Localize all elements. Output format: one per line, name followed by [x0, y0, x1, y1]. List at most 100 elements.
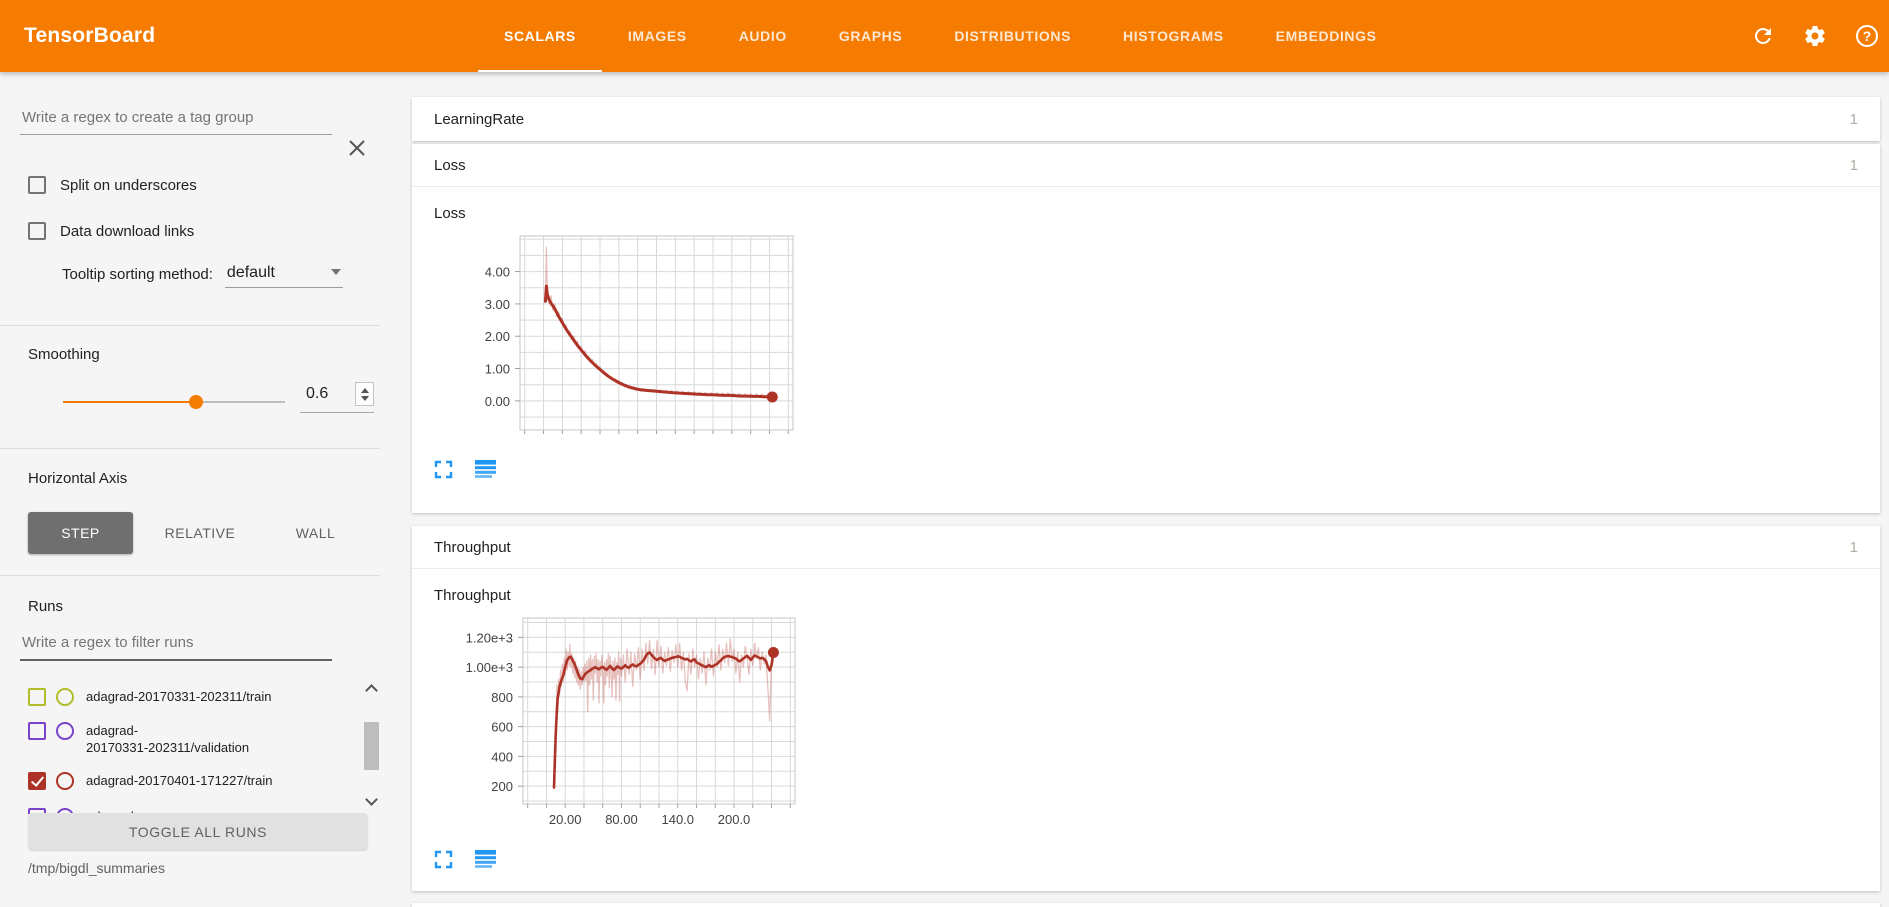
- refresh-icon[interactable]: [1751, 24, 1775, 48]
- svg-text:800: 800: [491, 690, 513, 705]
- split-underscores-checkbox[interactable]: Split on underscores: [28, 176, 197, 194]
- tab-graphs[interactable]: GRAPHS: [813, 0, 929, 72]
- section-header-learningrate[interactable]: LearningRate 1: [412, 97, 1880, 141]
- svg-text:200.0: 200.0: [718, 812, 751, 827]
- run-name: adagrad-20170401-171227/train: [86, 772, 273, 789]
- step-up-icon: [361, 388, 369, 393]
- tab-scalars[interactable]: SCALARS: [478, 0, 602, 72]
- expand-data-icon[interactable]: [475, 850, 496, 869]
- close-icon[interactable]: [342, 133, 372, 163]
- tooltip-sorting-row: Tooltip sorting method: default: [62, 264, 343, 288]
- main-content: LearningRate 1 Loss 1 Loss 0.00 1.00 2.00 3…: [412, 72, 1880, 907]
- chart-actions: [434, 460, 1880, 479]
- run-checkbox[interactable]: [28, 722, 46, 740]
- section-body-throughput: Throughput 2004006008001.00e+31.20e+320.…: [412, 569, 1880, 891]
- section-title: Throughput: [434, 539, 511, 556]
- section-title: Loss: [434, 157, 466, 174]
- svg-text:4.00: 4.00: [485, 265, 510, 280]
- chart-title: Loss: [412, 187, 1880, 222]
- runs-list: adagrad-20170331-202311/train adagrad-20…: [0, 676, 395, 814]
- scroll-down-icon[interactable]: [365, 793, 378, 806]
- option-label: Split on underscores: [60, 177, 197, 194]
- section-throughput: Throughput 1 Throughput 200 400 600 800 1.00…: [412, 526, 1880, 891]
- number-stepper[interactable]: [355, 382, 374, 406]
- divider: [0, 575, 380, 576]
- run-row[interactable]: adagrad-20170331-202311/train: [28, 688, 272, 706]
- scrollbar-thumb[interactable]: [364, 722, 379, 770]
- tag-filter-input[interactable]: [20, 103, 332, 135]
- svg-text:1.00: 1.00: [485, 362, 510, 377]
- svg-text:1.00e+3: 1.00e+3: [466, 660, 513, 675]
- checkbox-icon: [28, 222, 46, 240]
- scroll-up-icon[interactable]: [365, 684, 378, 697]
- run-checkbox[interactable]: [28, 688, 46, 706]
- next-section-card-partial[interactable]: [412, 903, 1880, 907]
- svg-text:2.00: 2.00: [485, 329, 510, 344]
- svg-text:200: 200: [491, 779, 513, 794]
- smoothing-value: 0.6: [300, 385, 328, 403]
- step-down-icon: [361, 396, 369, 401]
- dropdown-value: default: [227, 264, 275, 282]
- smoothing-slider[interactable]: [63, 394, 285, 410]
- axis-relative-button[interactable]: RELATIVE: [140, 512, 260, 554]
- tooltip-sorting-dropdown[interactable]: default: [225, 264, 343, 288]
- runs-scrollbar[interactable]: [363, 682, 381, 808]
- chart-title: Throughput: [412, 569, 1880, 604]
- svg-text:400: 400: [491, 749, 513, 764]
- loss-chart[interactable]: 0.00 1.00 2.00 3.00 4.00: [412, 228, 812, 456]
- throughput-chart[interactable]: 2004006008001.00e+31.20e+320.0080.00140.…: [412, 610, 812, 846]
- tab-audio[interactable]: AUDIO: [713, 0, 813, 72]
- runs-label: Runs: [28, 598, 63, 615]
- slider-fill: [63, 401, 196, 403]
- tab-images[interactable]: IMAGES: [602, 0, 713, 72]
- run-color-circle[interactable]: [56, 772, 74, 790]
- slider-thumb[interactable]: [189, 395, 203, 409]
- run-name: adagrad-20170331-202311/validation: [86, 722, 249, 756]
- divider: [0, 325, 380, 326]
- run-checkbox[interactable]: [28, 772, 46, 790]
- svg-text:0.00: 0.00: [485, 394, 510, 409]
- run-name: adagrad-20170331-202311/train: [86, 688, 272, 705]
- fullscreen-icon[interactable]: [434, 460, 453, 479]
- chart-actions: [434, 850, 1880, 869]
- run-row[interactable]: adagrad-20170401-171227/train: [28, 772, 273, 790]
- option-label: Data download links: [60, 223, 194, 240]
- help-icon[interactable]: ?: [1855, 24, 1879, 48]
- tab-embeddings[interactable]: EMBEDDINGS: [1250, 0, 1403, 72]
- svg-text:140.0: 140.0: [661, 812, 694, 827]
- run-row[interactable]: adagrad-20170331-202311/validation: [28, 722, 249, 756]
- axis-step-button[interactable]: STEP: [28, 512, 133, 554]
- header-actions: ?: [1751, 0, 1879, 72]
- app-title: TensorBoard: [24, 0, 155, 72]
- section-count-badge: 1: [1850, 111, 1858, 128]
- expand-data-icon[interactable]: [475, 460, 496, 479]
- sidebar: Split on underscores Data download links…: [0, 72, 395, 907]
- axis-wall-button[interactable]: WALL: [268, 512, 363, 554]
- chevron-down-icon: [331, 269, 341, 275]
- tab-distributions[interactable]: DISTRIBUTIONS: [928, 0, 1097, 72]
- app-header: TensorBoard SCALARS IMAGES AUDIO GRAPHS …: [0, 0, 1889, 72]
- section-header-loss[interactable]: Loss 1: [412, 144, 1880, 187]
- runs-filter-input[interactable]: [20, 628, 332, 661]
- svg-text:3.00: 3.00: [485, 297, 510, 312]
- fullscreen-icon[interactable]: [434, 850, 453, 869]
- svg-text:600: 600: [491, 720, 513, 735]
- tooltip-sorting-label: Tooltip sorting method:: [62, 266, 213, 288]
- tab-bar: SCALARS IMAGES AUDIO GRAPHS DISTRIBUTION…: [478, 0, 1403, 72]
- toggle-all-runs-button[interactable]: TOGGLE ALL RUNS: [28, 813, 368, 850]
- section-header-throughput[interactable]: Throughput 1: [412, 526, 1880, 569]
- log-directory-path: /tmp/bigdl_summaries: [28, 860, 165, 876]
- section-body-loss: Loss 0.00 1.00 2.00 3.00 4.00: [412, 187, 1880, 513]
- gear-icon[interactable]: [1803, 24, 1827, 48]
- data-download-checkbox[interactable]: Data download links: [28, 222, 194, 240]
- svg-text:1.20e+3: 1.20e+3: [466, 630, 513, 645]
- section-title: LearningRate: [434, 111, 524, 128]
- section-learningrate: LearningRate 1: [412, 97, 1880, 141]
- run-color-circle[interactable]: [56, 722, 74, 740]
- section-count-badge: 1: [1850, 539, 1858, 556]
- tab-histograms[interactable]: HISTOGRAMS: [1097, 0, 1250, 72]
- smoothing-value-field: 0.6: [300, 382, 374, 413]
- horizontal-axis-label: Horizontal Axis: [28, 470, 127, 487]
- run-color-circle[interactable]: [56, 688, 74, 706]
- smoothing-label: Smoothing: [28, 346, 100, 363]
